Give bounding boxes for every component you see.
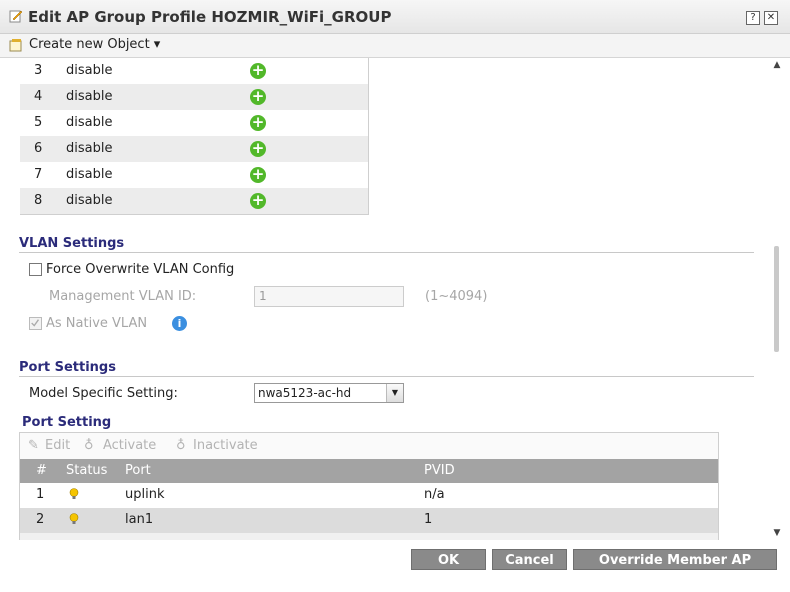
ok-button[interactable]: OK [411, 549, 486, 570]
port-pvid: 1 [424, 512, 433, 527]
col-port[interactable]: Port [125, 463, 151, 478]
mgmt-vlan-input[interactable]: 1 [254, 286, 404, 307]
dialog-footer: OK Cancel Override Member AP setting [0, 540, 790, 590]
model-setting-value: nwa5123-ac-hd [258, 386, 352, 400]
list-item: 8 disable + [20, 188, 368, 214]
list-item: 6 disable + [20, 136, 368, 162]
row-number: 8 [34, 193, 43, 208]
content-scrollbar[interactable]: ▲ ▼ [770, 58, 784, 540]
port-actions-toolbar: ✎ Edit ♁ Activate ♁ Inactivate [20, 433, 718, 459]
inactivate-action[interactable]: Inactivate [193, 438, 258, 453]
scroll-thumb[interactable] [774, 246, 779, 352]
table-row[interactable]: 1 uplink n/a [20, 483, 718, 508]
cancel-button[interactable]: Cancel [492, 549, 567, 570]
edit-icon [9, 10, 23, 23]
row-value: disable [66, 141, 113, 156]
toolbar: Create new Object ▾ [0, 34, 790, 58]
force-overwrite-checkbox[interactable] [29, 263, 42, 276]
info-icon[interactable]: i [172, 316, 187, 331]
native-vlan-checkbox[interactable] [29, 317, 42, 330]
port-table-header: # Status Port PVID [20, 459, 718, 483]
port-setting-panel: ✎ Edit ♁ Activate ♁ Inactivate # Status … [19, 432, 719, 540]
row-number: 6 [34, 141, 43, 156]
help-button[interactable]: ? [746, 11, 760, 25]
model-setting-label: Model Specific Setting: [29, 386, 178, 401]
vlan-settings-title: VLAN Settings [19, 236, 125, 251]
divider [19, 376, 754, 377]
bulb-on-icon [69, 488, 79, 499]
close-button[interactable]: ✕ [764, 11, 778, 25]
edit-icon: ✎ [28, 438, 39, 453]
dialog-title: Edit AP Group Profile HOZMIR_WiFi_GROUP [28, 8, 392, 26]
model-setting-select[interactable]: nwa5123-ac-hd ▼ [254, 383, 404, 403]
mgmt-vlan-label: Management VLAN ID: [49, 289, 197, 304]
port-settings-title: Port Settings [19, 360, 116, 375]
add-icon[interactable]: + [250, 193, 266, 209]
dialog-content: 3 disable + 4 disable + 5 disable + 6 di… [0, 58, 770, 540]
activate-action[interactable]: Activate [103, 438, 156, 453]
table-row[interactable]: 2 lan1 1 [20, 508, 718, 533]
list-item: 4 disable + [20, 84, 368, 110]
bulb-icon: ♁ [176, 438, 186, 453]
port-name: uplink [125, 487, 165, 502]
edit-action[interactable]: Edit [45, 438, 70, 453]
port-setting-title: Port Setting [22, 415, 112, 430]
mgmt-vlan-range: (1~4094) [425, 289, 488, 304]
row-number: 1 [36, 487, 45, 502]
divider [19, 252, 754, 253]
add-icon[interactable]: + [250, 63, 266, 79]
dialog-titlebar: Edit AP Group Profile HOZMIR_WiFi_GROUP … [0, 0, 790, 34]
native-vlan-label: As Native VLAN [46, 316, 148, 331]
bulb-on-icon [69, 513, 79, 524]
row-number: 2 [36, 512, 45, 527]
row-value: disable [66, 167, 113, 182]
port-pvid: n/a [424, 487, 445, 502]
bulb-icon: ♁ [84, 438, 94, 453]
row-number: 4 [34, 89, 43, 104]
row-number: 3 [34, 63, 43, 78]
scroll-down-icon[interactable]: ▼ [770, 528, 784, 540]
port-name: lan1 [125, 512, 154, 527]
add-icon[interactable]: + [250, 89, 266, 105]
list-item: 3 disable + [20, 58, 368, 84]
new-object-icon [9, 39, 22, 52]
create-new-object-menu[interactable]: Create new Object ▾ [29, 37, 160, 52]
add-icon[interactable]: + [250, 141, 266, 157]
force-overwrite-label: Force Overwrite VLAN Config [46, 262, 235, 277]
list-item: 5 disable + [20, 110, 368, 136]
row-value: disable [66, 63, 113, 78]
add-icon[interactable]: + [250, 115, 266, 131]
pagination-bar [20, 533, 718, 540]
row-value: disable [66, 193, 113, 208]
chevron-down-icon: ▼ [386, 384, 403, 402]
col-pvid[interactable]: PVID [424, 463, 455, 478]
override-member-ap-button[interactable]: Override Member AP setting [573, 549, 777, 589]
row-number: 5 [34, 115, 43, 130]
list-item: 7 disable + [20, 162, 368, 188]
check-icon [31, 319, 40, 327]
row-value: disable [66, 89, 113, 104]
add-icon[interactable]: + [250, 167, 266, 183]
col-status[interactable]: Status [66, 463, 107, 478]
row-number: 7 [34, 167, 43, 182]
col-num[interactable]: # [36, 463, 47, 478]
scroll-up-icon[interactable]: ▲ [770, 60, 784, 72]
row-value: disable [66, 115, 113, 130]
